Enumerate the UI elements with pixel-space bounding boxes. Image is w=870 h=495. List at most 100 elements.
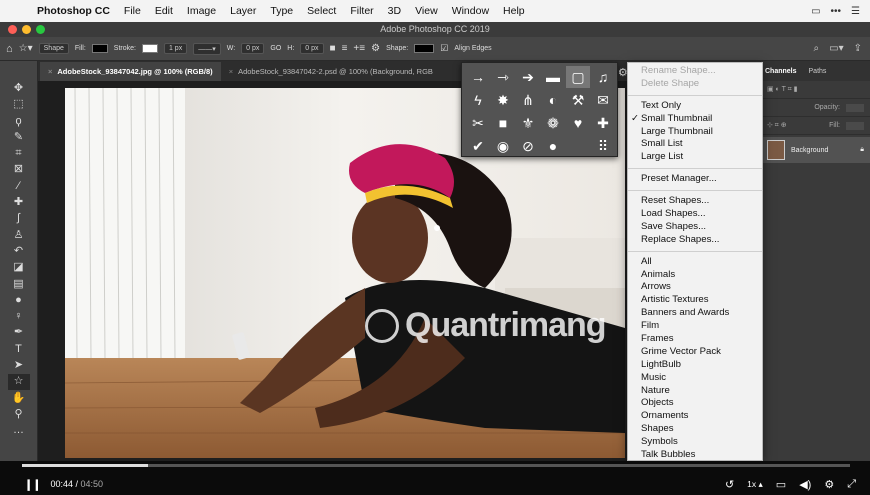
grass-icon[interactable]: ⋔ [516,89,540,111]
menu-item[interactable]: Small List [628,138,762,151]
menu-app-name[interactable]: Photoshop CC [30,5,117,17]
menu-item[interactable]: Talk Bubbles [628,449,762,460]
close-window-button[interactable] [8,25,17,34]
share-icon[interactable]: ⇪ [854,43,862,54]
arrow-1-icon[interactable]: → [466,66,490,88]
height-field[interactable]: 0 px [300,43,324,54]
zoom-window-button[interactable] [36,25,45,34]
shape-tool-icon[interactable]: ☆▾ [19,43,33,54]
envelope-icon[interactable]: ✉ [591,89,615,111]
puzzle-icon[interactable]: ✚ [591,112,615,134]
search-icon[interactable]: ⌕ [814,43,820,54]
menu-item[interactable]: Grime Vector Pack [628,346,762,359]
eraser-tool-icon[interactable]: ◪ [8,260,30,275]
frame-icon[interactable]: ▢ [566,66,590,88]
list-icon[interactable]: ☰ [851,6,860,17]
captions-icon[interactable]: ▭ [776,478,786,491]
airplay-icon[interactable]: ▭ [811,6,820,17]
menu-item[interactable]: Preset Manager... [628,173,762,186]
opacity-field[interactable] [846,103,864,112]
history-brush-tool-icon[interactable]: ↶ [8,244,30,259]
stroke-swatch[interactable] [141,44,158,53]
hand-tool-icon[interactable]: ✋ [8,391,30,406]
menu-item[interactable]: Ornaments [628,410,762,423]
menu-item[interactable]: Film [628,320,762,333]
blur-tool-icon[interactable]: ● [8,293,30,308]
target-icon[interactable]: ◉ [491,135,515,157]
volume-icon[interactable]: ◀︎) [799,478,811,491]
blank-icon[interactable] [566,135,590,157]
minimize-window-button[interactable] [22,25,31,34]
tab-channels[interactable]: Channels [765,68,797,75]
menu-image[interactable]: Image [180,5,223,17]
close-tab-icon[interactable]: × [229,67,233,76]
replay-icon[interactable]: ↺ [725,478,734,491]
path-align-icon[interactable]: ≡ [342,43,348,54]
menu-item[interactable]: Save Shapes... [628,221,762,234]
align-edges-checkbox[interactable]: ☑ [440,43,448,54]
path-arrange-icon[interactable]: +≡ [353,43,365,54]
menu-3d[interactable]: 3D [381,5,408,17]
crop-tool-icon[interactable]: ⌗ [8,146,30,161]
tools-icon[interactable]: ⚒ [566,89,590,111]
menu-item[interactable]: All [628,256,762,269]
gradient-tool-icon[interactable]: ▤ [8,277,30,292]
menu-item[interactable]: Symbols [628,436,762,449]
tool-mode-select[interactable]: Shape [38,43,69,54]
menu-item[interactable]: Load Shapes... [628,208,762,221]
width-field[interactable]: 0 px [241,43,265,54]
path-ops-icon[interactable]: ■ [330,43,336,54]
lock-icons[interactable]: ⊹ ⌗ ⊕ [767,121,787,130]
lightbulb-icon[interactable]: ◐ [541,89,565,111]
menu-select[interactable]: Select [300,5,343,17]
lasso-tool-icon[interactable]: ϙ [8,114,30,129]
stroke-width-field[interactable]: 1 px [163,43,188,54]
menu-filter[interactable]: Filter [343,5,380,17]
link-dimensions-icon[interactable]: GO [270,45,281,52]
pen-tool-icon[interactable]: ✒ [8,325,30,340]
menu-type[interactable]: Type [263,5,300,17]
brush-tool-icon[interactable]: ∫ [8,211,30,226]
dodge-tool-icon[interactable]: ♀ [8,309,30,324]
gear-icon[interactable]: ⚙ [371,43,380,54]
tab-paths[interactable]: Paths [809,68,827,75]
fullscreen-icon[interactable]: ⤢ [847,478,856,491]
menu-item[interactable]: ✓ Small Thumbnail [628,113,762,126]
fill-field[interactable] [846,121,864,130]
menu-help[interactable]: Help [496,5,532,17]
home-icon[interactable]: ⌂ [6,43,13,55]
marquee-tool-icon[interactable]: ⬚ [8,97,30,112]
more-icon[interactable]: ••• [831,6,842,17]
frame-tool-icon[interactable]: ⊠ [8,162,30,177]
eyedropper-tool-icon[interactable]: ∕ [8,179,30,194]
menu-item[interactable]: Reset Shapes... [628,195,762,208]
move-tool-icon[interactable]: ✥ [8,81,30,96]
pause-icon[interactable]: ❙❙ [24,478,41,491]
grid-icon[interactable]: ⠿ [591,135,615,157]
menu-item[interactable]: Objects [628,397,762,410]
heart-icon[interactable]: ♥ [566,112,590,134]
menu-view[interactable]: View [408,5,445,17]
no-sign-icon[interactable]: ⊘ [516,135,540,157]
menu-item[interactable]: Animals [628,269,762,282]
video-progress[interactable] [22,464,850,467]
tab-document-1[interactable]: × AdobeStock_93847042.jpg @ 100% (RGB/8) [40,62,221,81]
tab-document-2[interactable]: × AdobeStock_93847042-2.psd @ 100% (Backg… [221,62,441,81]
shape-preview-swatch[interactable] [414,44,435,53]
checkmark-icon[interactable]: ✔ [466,135,490,157]
menu-file[interactable]: File [117,5,148,17]
menu-item[interactable]: Text Only [628,100,762,113]
zoom-tool-icon[interactable]: ⚲ [8,407,30,422]
menu-layer[interactable]: Layer [223,5,263,17]
menu-item[interactable]: LightBulb [628,359,762,372]
stroke-type-select[interactable]: ——▾ [193,42,221,55]
menu-item[interactable]: Banners and Awards [628,307,762,320]
speech-bubble-icon[interactable]: ● [541,135,565,157]
menu-item[interactable]: Frames [628,333,762,346]
menu-item[interactable]: Arrows [628,281,762,294]
fill-swatch[interactable] [91,44,108,53]
menu-item[interactable]: Large List [628,151,762,164]
layer-row[interactable]: Background 🔒︎ [761,137,870,163]
stamp-tool-icon[interactable]: ♙ [8,228,30,243]
scissors-icon[interactable]: ✂ [466,112,490,134]
